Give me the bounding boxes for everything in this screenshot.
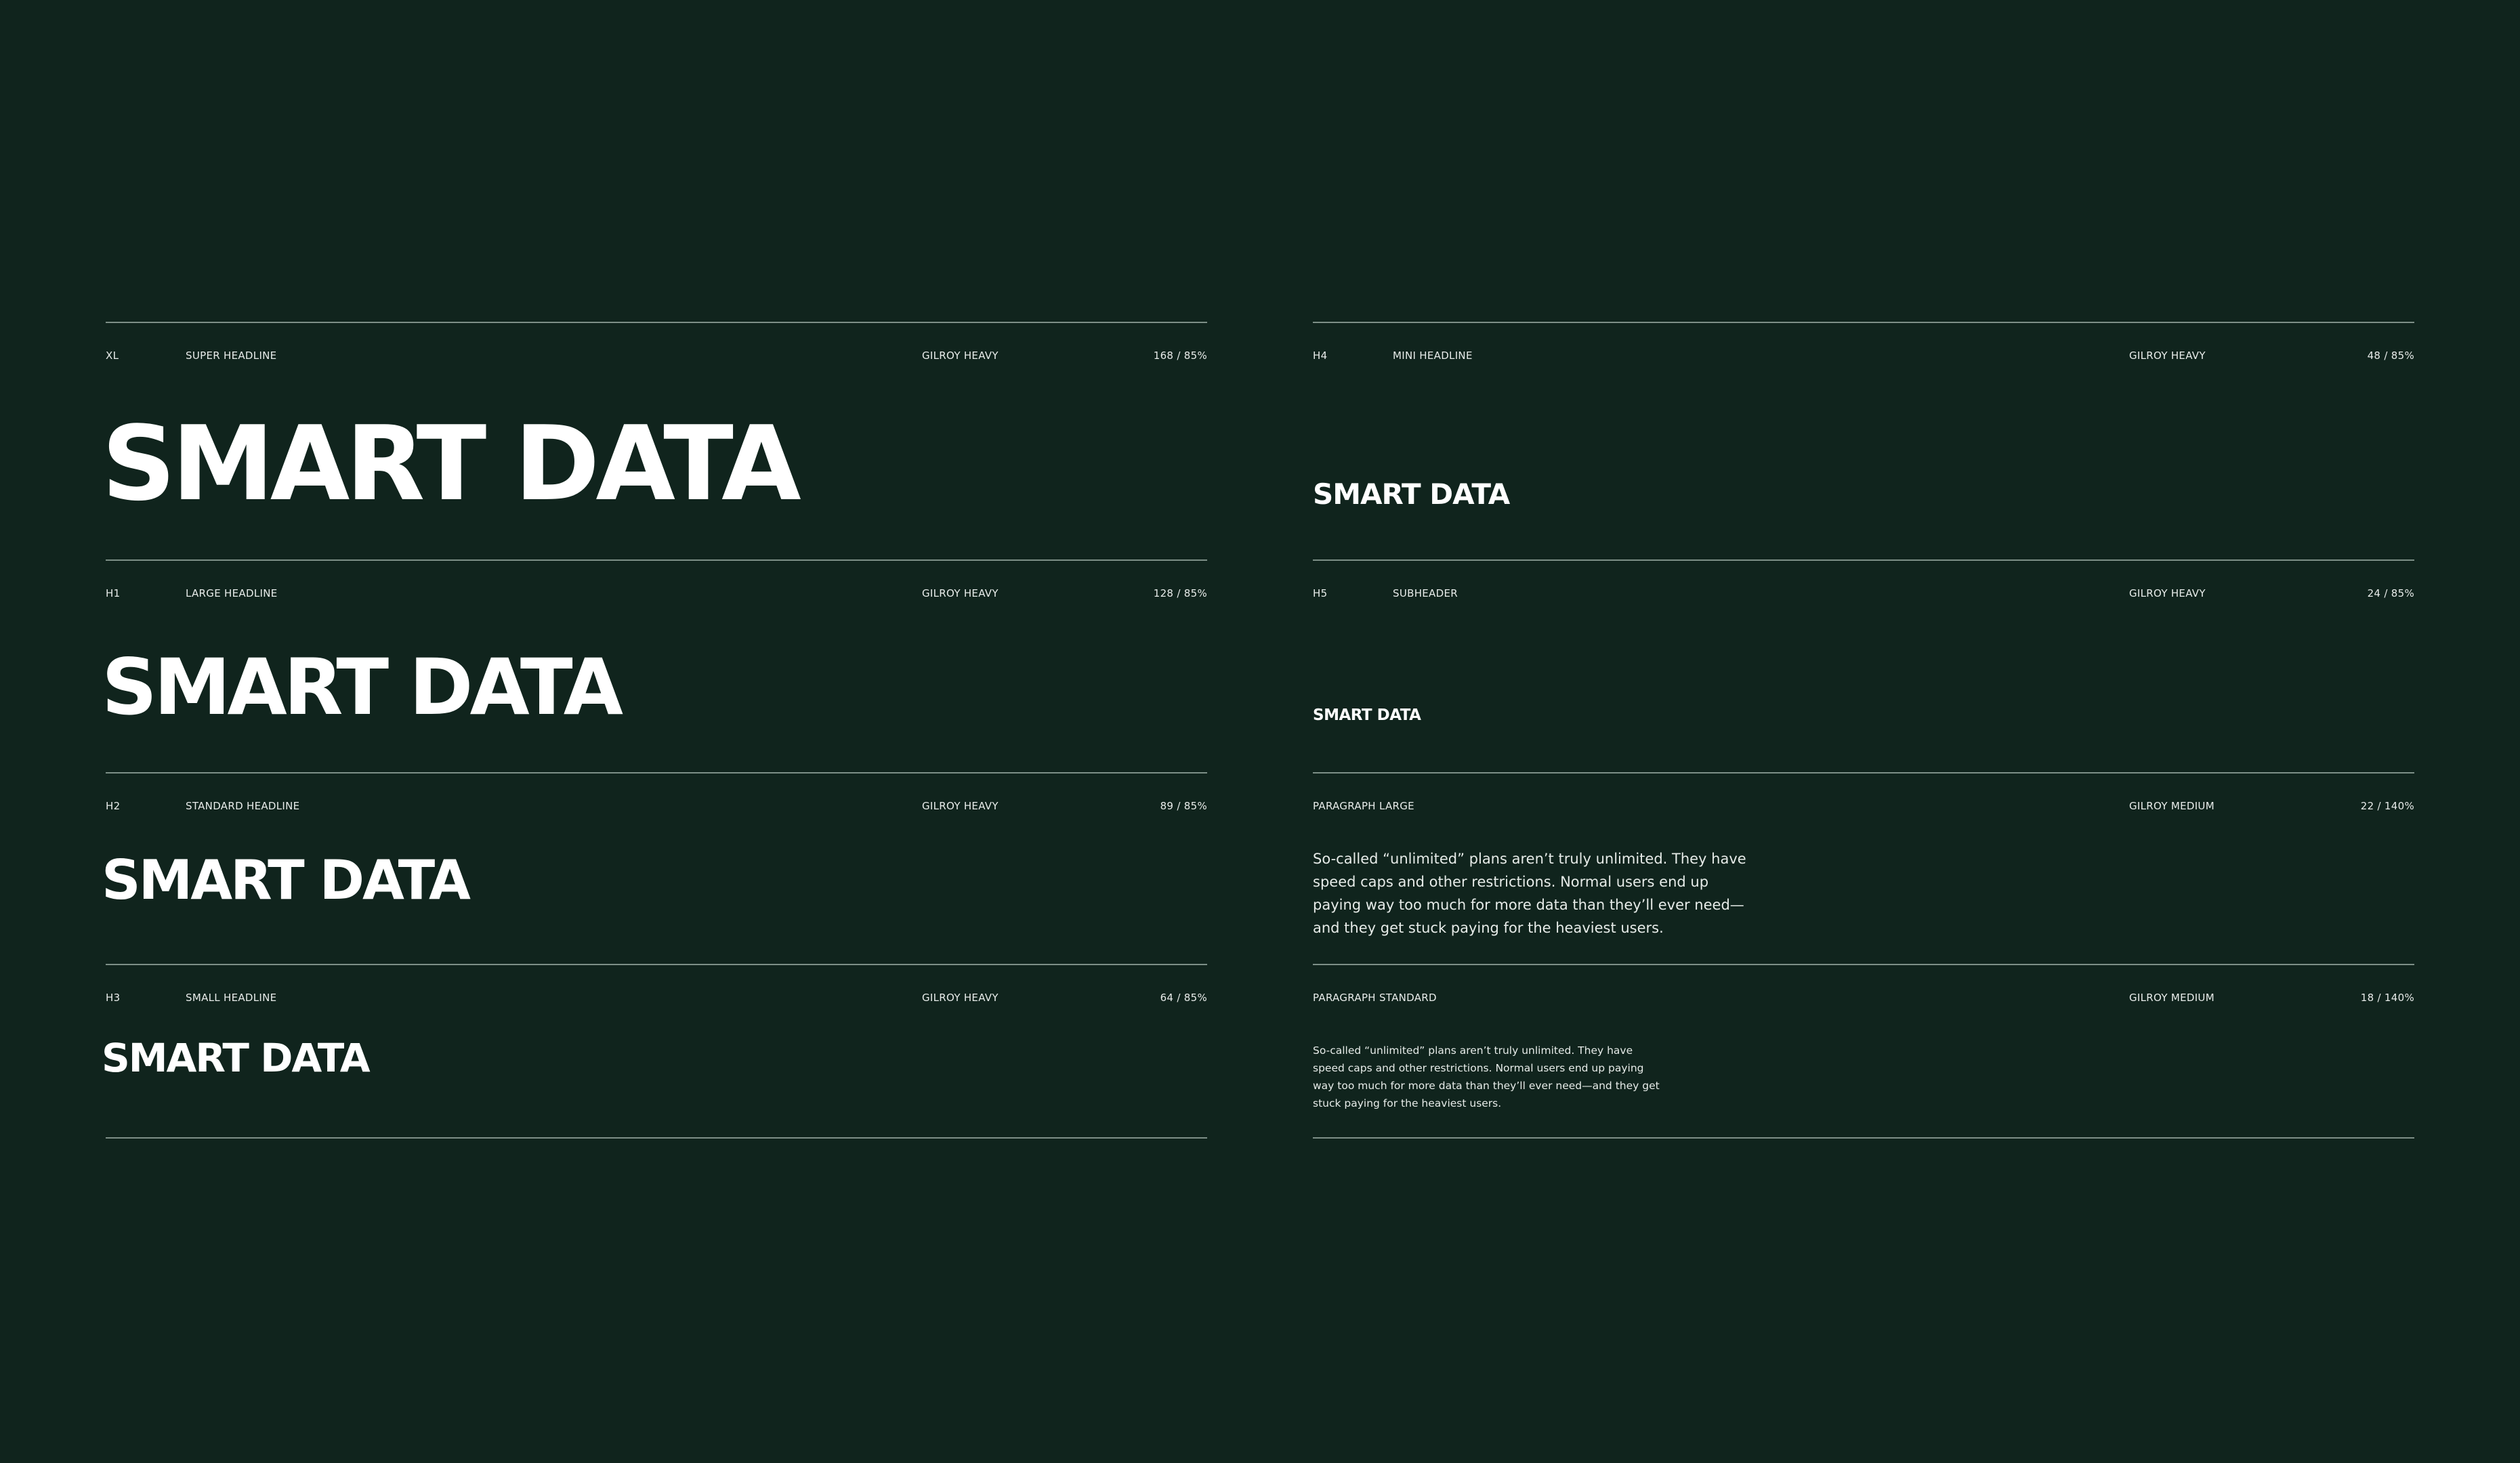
- type-row-h1: H1 LARGE HEADLINE GILROY HEAVY 128 / 85%…: [102, 559, 1207, 772]
- style-name: PARAGRAPH LARGE: [1313, 800, 1414, 812]
- right-type-column: H4 MINI HEADLINE GILROY HEAVY 48 / 85% S…: [1313, 322, 2414, 1139]
- sample-subheader: SMART DATA: [1313, 706, 1421, 724]
- size-spec: 89 / 85%: [1160, 800, 1207, 812]
- sample-paragraph-standard: So-called “unlimited” plans aren’t truly…: [1313, 1044, 1660, 1109]
- style-name: SUPER HEADLINE: [186, 349, 277, 362]
- font-name: GILROY HEAVY: [922, 587, 999, 599]
- type-row-h3: H3 SMALL HEADLINE GILROY HEAVY 64 / 85% …: [102, 964, 1207, 1139]
- size-spec: 22 / 140%: [2360, 800, 2414, 812]
- font-name: GILROY MEDIUM: [2129, 992, 2214, 1004]
- size-spec: 18 / 140%: [2360, 992, 2414, 1004]
- style-name: PARAGRAPH STANDARD: [1313, 992, 1437, 1004]
- size-spec: 168 / 85%: [1153, 349, 1207, 362]
- size-spec: 64 / 85%: [1160, 992, 1207, 1004]
- font-name: GILROY HEAVY: [2129, 349, 2206, 362]
- font-name: GILROY HEAVY: [2129, 587, 2206, 599]
- style-code: H1: [106, 587, 121, 599]
- style-code: H5: [1313, 587, 1328, 599]
- sample-mini-headline: SMART DATA: [1313, 478, 1510, 511]
- left-type-column: XL SUPER HEADLINE GILROY HEAVY 168 / 85%…: [102, 322, 1207, 1139]
- size-spec: 24 / 85%: [2367, 587, 2414, 599]
- style-name: SMALL HEADLINE: [186, 992, 277, 1004]
- style-code: H2: [106, 800, 121, 812]
- style-code: XL: [106, 349, 119, 362]
- style-name: MINI HEADLINE: [1393, 349, 1473, 362]
- type-row-paragraph-standard: PARAGRAPH STANDARD GILROY MEDIUM 18 / 14…: [1313, 964, 2414, 1139]
- font-name: GILROY MEDIUM: [2129, 800, 2214, 812]
- font-name: GILROY HEAVY: [922, 349, 999, 362]
- sample-super-headline: SMART DATA: [102, 404, 801, 524]
- sample-standard-headline: SMART DATA: [102, 849, 471, 912]
- style-name: LARGE HEADLINE: [186, 587, 278, 599]
- font-name: GILROY HEAVY: [922, 992, 999, 1004]
- style-code: H4: [1313, 349, 1328, 362]
- style-code: H3: [106, 992, 121, 1004]
- type-row-h2: H2 STANDARD HEADLINE GILROY HEAVY 89 / 8…: [102, 772, 1207, 964]
- style-name: SUBHEADER: [1393, 587, 1458, 599]
- size-spec: 48 / 85%: [2367, 349, 2414, 362]
- type-row-h4: H4 MINI HEADLINE GILROY HEAVY 48 / 85% S…: [1313, 322, 2414, 559]
- type-row-h5: H5 SUBHEADER GILROY HEAVY 24 / 85% SMART…: [1313, 559, 2414, 772]
- sample-large-headline: SMART DATA: [102, 642, 623, 732]
- sample-paragraph-large: So-called “unlimited” plans aren’t truly…: [1313, 851, 1746, 936]
- size-spec: 128 / 85%: [1153, 587, 1207, 599]
- font-name: GILROY HEAVY: [922, 800, 999, 812]
- sample-small-headline: SMART DATA: [102, 1035, 371, 1081]
- type-row-paragraph-large: PARAGRAPH LARGE GILROY MEDIUM 22 / 140% …: [1313, 772, 2414, 964]
- style-name: STANDARD HEADLINE: [186, 800, 300, 812]
- type-row-xl: XL SUPER HEADLINE GILROY HEAVY 168 / 85%…: [102, 322, 1207, 559]
